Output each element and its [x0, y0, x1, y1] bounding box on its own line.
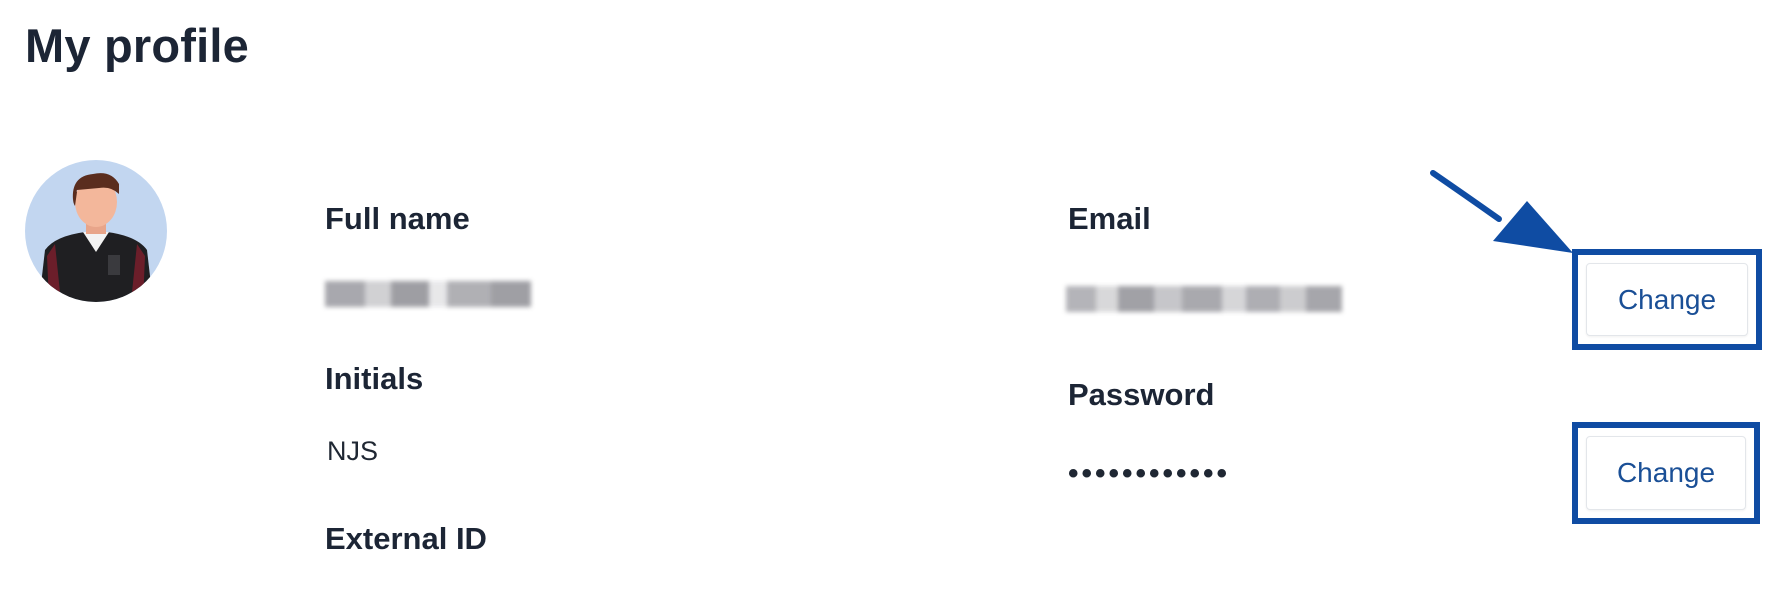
external-id-label: External ID — [325, 521, 487, 556]
email-label: Email — [1068, 201, 1151, 236]
avatar — [25, 160, 167, 302]
password-masked-value: •••••••••••• — [1068, 457, 1231, 490]
initials-value: NJS — [327, 436, 379, 466]
password-label: Password — [1068, 377, 1215, 412]
change-password-button[interactable]: Change — [1586, 436, 1746, 510]
email-change-highlight: Change — [1572, 249, 1762, 350]
password-change-highlight: Change — [1572, 422, 1760, 524]
change-email-button[interactable]: Change — [1586, 263, 1748, 336]
initials-label: Initials — [325, 361, 424, 396]
full-name-value-redacted — [325, 281, 531, 307]
arrow-pointer-icon — [1430, 170, 1573, 253]
avatar-illustration — [25, 160, 167, 302]
full-name-label: Full name — [325, 201, 470, 236]
page-title: My profile — [25, 19, 249, 72]
email-value-redacted — [1066, 286, 1342, 312]
